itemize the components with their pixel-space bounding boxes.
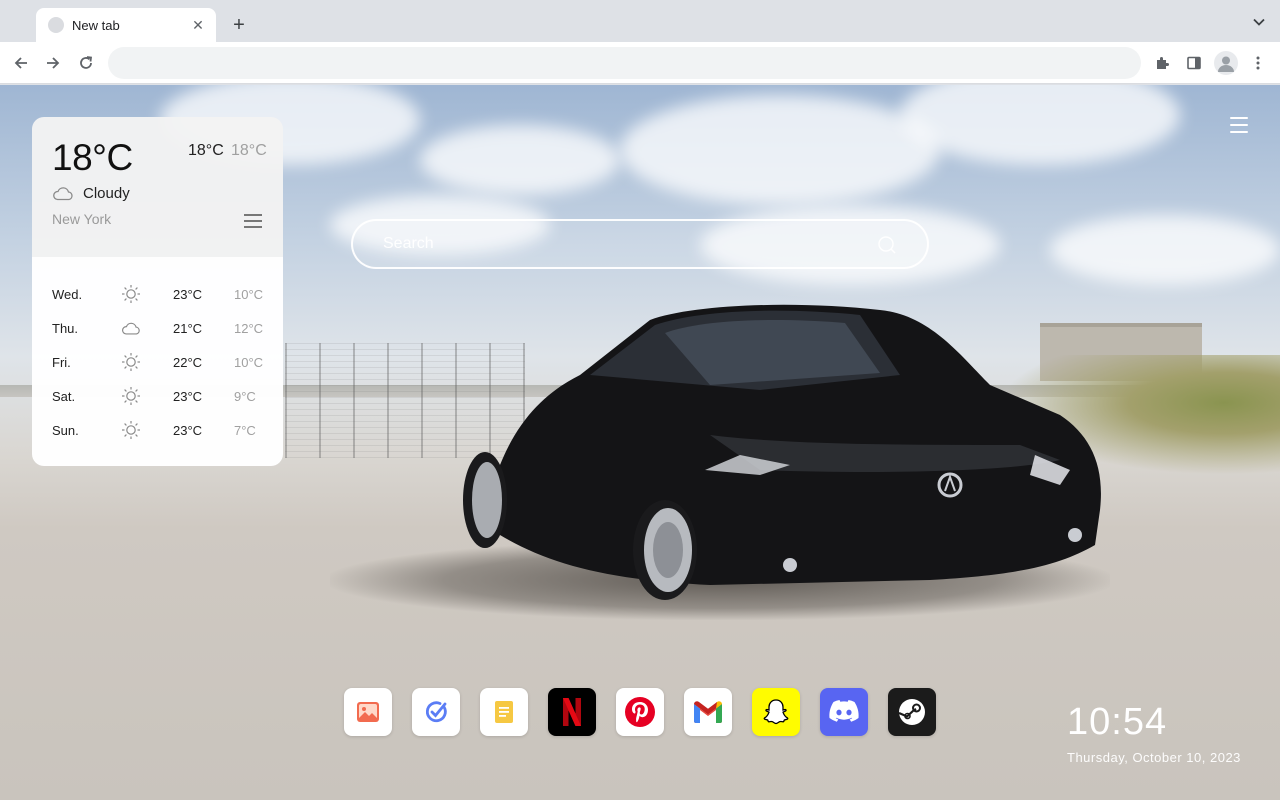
search-input[interactable] bbox=[383, 221, 863, 267]
cloud-icon bbox=[121, 318, 141, 338]
clock-time: 10:54 bbox=[1067, 701, 1168, 743]
tab-new-tab[interactable]: New tab ✕ bbox=[36, 8, 216, 42]
forecast-high: 22°C bbox=[173, 355, 203, 370]
browser-menu-button[interactable] bbox=[1246, 51, 1270, 75]
forecast-day: Sun. bbox=[52, 423, 79, 438]
weather-forecast: Wed. 23°C 10°C Thu. 21°C 12°C Fri. 22°C 10°C Sat.… bbox=[32, 257, 283, 466]
kebab-menu-icon bbox=[1256, 56, 1260, 70]
side-panel-button[interactable] bbox=[1182, 51, 1206, 75]
sun-icon bbox=[121, 386, 141, 406]
car-image bbox=[463, 304, 1101, 600]
globe-icon bbox=[48, 17, 64, 33]
weather-condition: Cloudy bbox=[83, 185, 130, 202]
forecast-day: Thu. bbox=[52, 321, 79, 336]
today-low: 18°C bbox=[231, 142, 267, 159]
extensions-button[interactable] bbox=[1150, 51, 1174, 75]
puzzle-icon bbox=[1157, 57, 1169, 69]
forecast-high: 21°C bbox=[173, 321, 203, 336]
netflix-app[interactable] bbox=[548, 688, 596, 736]
today-high: 18°C bbox=[188, 142, 224, 159]
tab-strip: New tab ✕ + bbox=[0, 0, 1280, 42]
app-dock bbox=[344, 688, 936, 736]
pinterest-icon bbox=[624, 696, 656, 728]
weather-widget: 18°C 18°C 18°C Cloudy New York Wed. 23°C 1… bbox=[32, 117, 283, 466]
weather-menu-button[interactable] bbox=[244, 214, 262, 228]
search-icon[interactable] bbox=[877, 235, 897, 255]
tasks-app[interactable] bbox=[412, 688, 460, 736]
note-icon bbox=[492, 699, 516, 725]
forecast-high: 23°C bbox=[173, 287, 203, 302]
steam-icon bbox=[897, 697, 927, 727]
forecast-high: 23°C bbox=[173, 389, 203, 404]
search-box bbox=[351, 219, 929, 269]
discord-icon bbox=[828, 699, 860, 725]
forecast-row: Sun. 23°C 7°C bbox=[32, 415, 283, 449]
forecast-low: 10°C bbox=[234, 287, 264, 302]
photos-app[interactable] bbox=[344, 688, 392, 736]
snapchat-app[interactable] bbox=[752, 688, 800, 736]
forward-arrow-icon bbox=[47, 57, 60, 69]
side-panel-icon bbox=[1187, 56, 1201, 70]
forecast-high: 23°C bbox=[173, 423, 203, 438]
forecast-low: 10°C bbox=[234, 355, 264, 370]
profile-avatar[interactable] bbox=[1214, 51, 1238, 75]
forecast-low: 9°C bbox=[234, 389, 256, 404]
reload-icon bbox=[80, 56, 93, 69]
address-bar[interactable] bbox=[108, 47, 1141, 79]
steam-app[interactable] bbox=[888, 688, 936, 736]
clock-date: Thursday, October 10, 2023 bbox=[1067, 750, 1241, 765]
notes-app[interactable] bbox=[480, 688, 528, 736]
back-button[interactable] bbox=[9, 51, 33, 75]
sun-icon bbox=[121, 420, 141, 440]
back-arrow-icon bbox=[14, 57, 27, 69]
close-tab-icon[interactable]: ✕ bbox=[190, 17, 206, 33]
forward-button[interactable] bbox=[41, 51, 65, 75]
discord-app[interactable] bbox=[820, 688, 868, 736]
snapchat-icon bbox=[760, 696, 792, 728]
weather-current: 18°C 18°C 18°C Cloudy New York bbox=[32, 117, 283, 257]
sun-icon bbox=[121, 352, 141, 372]
forecast-row: Thu. 21°C 12°C bbox=[32, 313, 283, 347]
weather-city: New York bbox=[52, 211, 112, 227]
forecast-row: Wed. 23°C 10°C bbox=[32, 279, 283, 313]
reload-button[interactable] bbox=[74, 51, 98, 75]
cloud-icon bbox=[53, 187, 73, 201]
check-circle-icon bbox=[423, 699, 449, 725]
forecast-day: Sat. bbox=[52, 389, 76, 404]
person-icon bbox=[1218, 56, 1234, 72]
gmail-app[interactable] bbox=[684, 688, 732, 736]
sun-icon bbox=[121, 284, 141, 304]
new-tab-button[interactable]: + bbox=[226, 12, 252, 38]
forecast-row: Sat. 23°C 9°C bbox=[32, 381, 283, 415]
forecast-low: 12°C bbox=[234, 321, 264, 336]
netflix-icon bbox=[561, 697, 583, 727]
new-tab-page: 18°C 18°C 18°C Cloudy New York Wed. 23°C 1… bbox=[0, 85, 1280, 800]
gmail-icon bbox=[692, 699, 724, 725]
chevron-down-icon[interactable] bbox=[1250, 13, 1268, 31]
tab-title: New tab bbox=[72, 17, 120, 33]
forecast-low: 7°C bbox=[234, 423, 256, 438]
image-icon bbox=[355, 699, 381, 725]
current-temperature: 18°C bbox=[52, 137, 133, 178]
page-menu-button[interactable] bbox=[1230, 117, 1248, 133]
forecast-row: Fri. 22°C 10°C bbox=[32, 347, 283, 381]
forecast-day: Fri. bbox=[52, 355, 71, 370]
browser-toolbar bbox=[0, 42, 1280, 84]
pinterest-app[interactable] bbox=[616, 688, 664, 736]
forecast-day: Wed. bbox=[52, 287, 83, 302]
